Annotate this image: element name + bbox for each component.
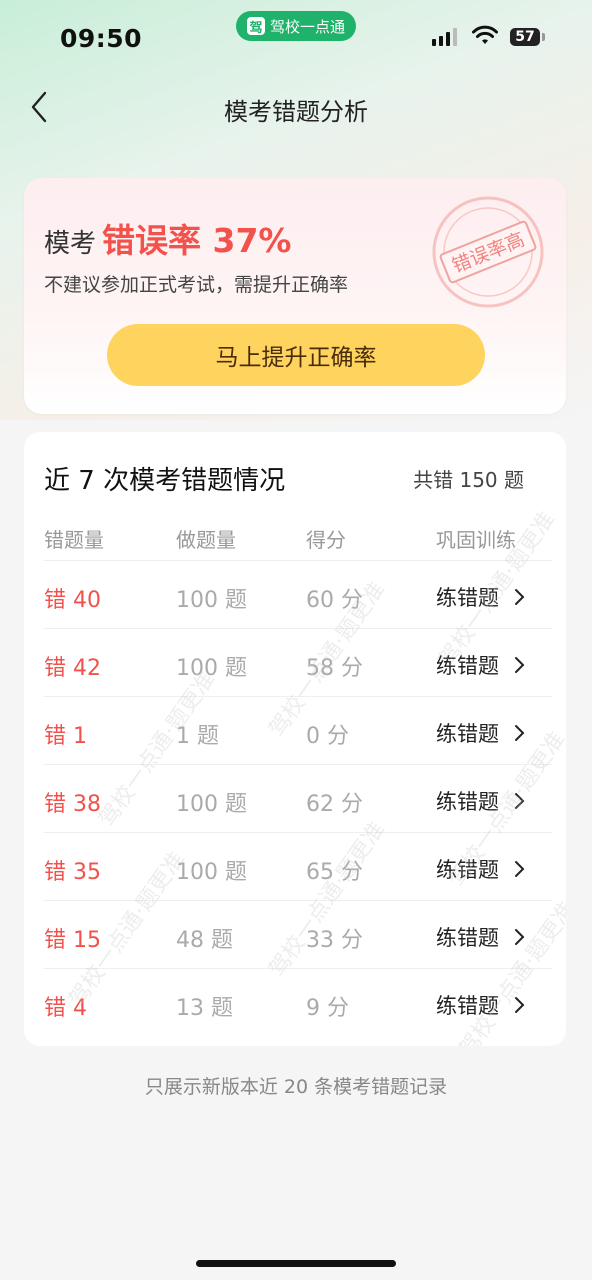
error-rate-value: 错误率 37% <box>102 221 292 260</box>
question-count: 100 题 <box>176 792 247 817</box>
col-header-wrong: 错题量 <box>44 528 104 552</box>
score: 9 分 <box>306 996 349 1021</box>
chevron-right-icon <box>515 929 525 945</box>
chevron-right-icon <box>515 861 525 877</box>
score: 33 分 <box>306 928 363 953</box>
app-badge-label: 驾校一点通 <box>269 17 345 36</box>
score: 65 分 <box>306 860 363 885</box>
wrong-count: 错 1 <box>44 724 87 749</box>
practice-mistakes-button[interactable]: 练错题 <box>436 922 525 952</box>
score: 60 分 <box>306 588 363 613</box>
chevron-right-icon <box>515 589 525 605</box>
score: 0 分 <box>306 724 349 749</box>
error-rate-card: 模考 错误率 37% 不建议参加正式考试，需提升正确率 错误率高 马上提升正确率 <box>24 178 566 414</box>
col-header-practice: 巩固训练 <box>436 528 516 552</box>
status-time: 09:50 <box>60 24 143 53</box>
score: 62 分 <box>306 792 363 817</box>
wrong-count: 错 40 <box>44 588 101 613</box>
hero-prefix: 模考 <box>44 229 97 259</box>
chevron-right-icon <box>515 725 525 741</box>
list-title: 近 7 次模考错题情况 <box>44 466 286 496</box>
practice-label: 练错题 <box>436 790 499 814</box>
total-mistakes: 共错 150 题 <box>413 468 524 492</box>
battery-icon: 57 <box>510 28 540 46</box>
score: 58 分 <box>306 656 363 681</box>
table-row: 错 4 13 题 9 分 练错题 <box>24 968 566 1036</box>
chevron-right-icon <box>515 793 525 809</box>
practice-label: 练错题 <box>436 858 499 882</box>
question-count: 48 题 <box>176 928 233 953</box>
chevron-right-icon <box>515 657 525 673</box>
recent-mistakes-card: 近 7 次模考错题情况 共错 150 题 错题量 做题量 得分 巩固训练 错 4… <box>24 432 566 1046</box>
improve-accuracy-button[interactable]: 马上提升正确率 <box>107 324 485 386</box>
wrong-count: 错 15 <box>44 928 101 953</box>
practice-label: 练错题 <box>436 586 499 610</box>
practice-mistakes-button[interactable]: 练错题 <box>436 582 525 612</box>
hero-subtitle: 不建议参加正式考试，需提升正确率 <box>44 274 349 296</box>
practice-mistakes-button[interactable]: 练错题 <box>436 650 525 680</box>
table-row: 错 15 48 题 33 分 练错题 <box>24 900 566 968</box>
high-error-stamp: 错误率高 <box>432 196 544 308</box>
table-row: 错 35 100 题 65 分 练错题 <box>24 832 566 900</box>
question-count: 100 题 <box>176 860 247 885</box>
home-indicator[interactable] <box>196 1260 396 1267</box>
practice-mistakes-button[interactable]: 练错题 <box>436 854 525 884</box>
practice-label: 练错题 <box>436 926 499 950</box>
wifi-icon <box>472 25 498 44</box>
table-row: 错 42 100 题 58 分 练错题 <box>24 628 566 696</box>
table-row: 错 1 1 题 0 分 练错题 <box>24 696 566 764</box>
col-header-score: 得分 <box>306 528 346 552</box>
practice-mistakes-button[interactable]: 练错题 <box>436 990 525 1020</box>
practice-mistakes-button[interactable]: 练错题 <box>436 718 525 748</box>
col-header-count: 做题量 <box>176 528 236 552</box>
practice-label: 练错题 <box>436 722 499 746</box>
app-badge[interactable]: 驾 驾校一点通 <box>236 11 356 41</box>
records-footnote: 只展示新版本近 20 条模考错题记录 <box>144 1076 448 1098</box>
wrong-count: 错 38 <box>44 792 101 817</box>
question-count: 100 题 <box>176 656 247 681</box>
nav-bar: 模考错题分析 <box>0 80 592 134</box>
question-count: 1 题 <box>176 724 219 749</box>
wrong-count: 错 42 <box>44 656 101 681</box>
table-row: 错 38 100 题 62 分 练错题 <box>24 764 566 832</box>
chevron-right-icon <box>515 997 525 1013</box>
wrong-count: 错 4 <box>44 996 87 1021</box>
app-logo-icon: 驾 <box>246 17 265 36</box>
battery-cap <box>542 33 545 41</box>
table-row: 错 40 100 题 60 分 练错题 <box>24 560 566 628</box>
practice-label: 练错题 <box>436 654 499 678</box>
question-count: 100 题 <box>176 588 247 613</box>
practice-label: 练错题 <box>436 994 499 1018</box>
page-title: 模考错题分析 <box>224 98 368 126</box>
question-count: 13 题 <box>176 996 233 1021</box>
cellular-signal-icon <box>432 28 457 46</box>
error-rate-heading: 模考 错误率 37% <box>44 214 292 262</box>
practice-mistakes-button[interactable]: 练错题 <box>436 786 525 816</box>
wrong-count: 错 35 <box>44 860 101 885</box>
status-bar: 09:50 驾 驾校一点通 57 <box>0 0 592 80</box>
